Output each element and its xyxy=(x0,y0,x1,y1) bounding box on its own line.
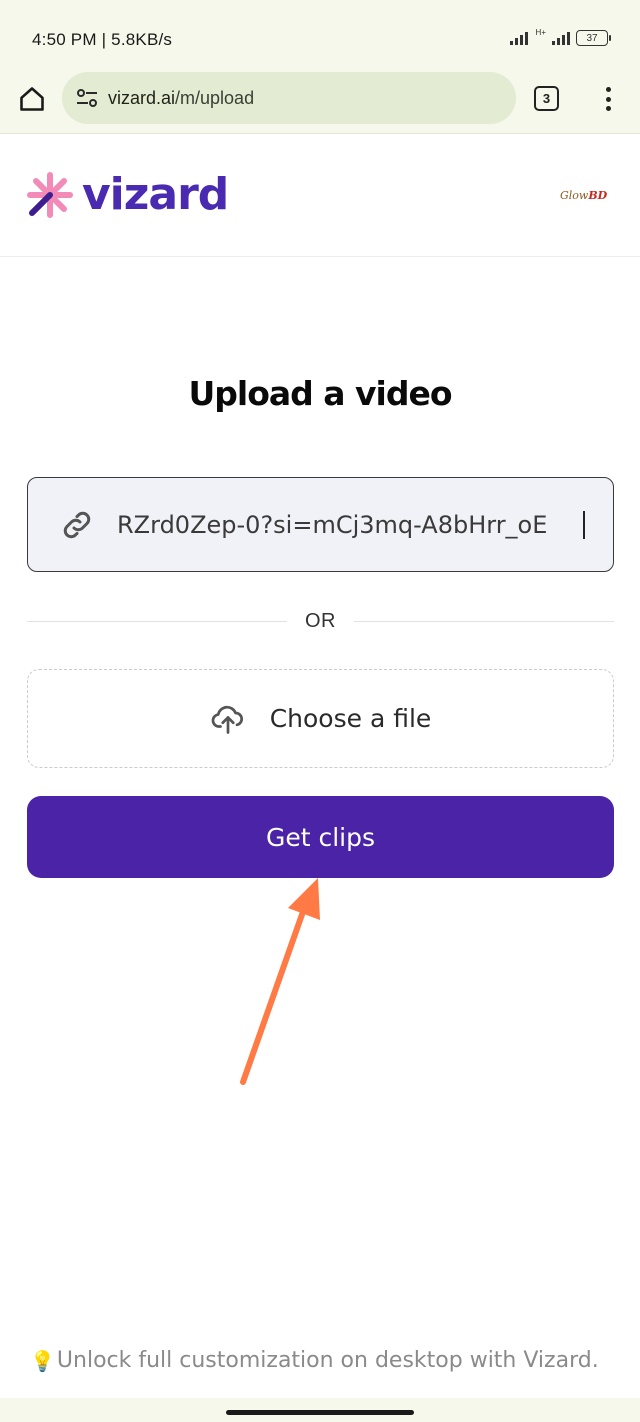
url-text: vizard.ai/m/upload xyxy=(108,88,254,109)
system-nav-bar xyxy=(0,1398,640,1422)
browser-toolbar: vizard.ai/m/upload 3 xyxy=(0,66,640,134)
choose-file-label: Choose a file xyxy=(269,704,432,733)
home-icon xyxy=(20,87,44,111)
gesture-handle[interactable] xyxy=(226,1410,414,1415)
or-label: OR xyxy=(305,609,336,632)
user-avatar[interactable]: Glow BD xyxy=(560,185,608,205)
site-header: vizard Glow BD xyxy=(0,135,640,257)
video-link-input[interactable] xyxy=(117,510,583,539)
home-button[interactable] xyxy=(14,81,50,117)
vizard-logo[interactable]: vizard xyxy=(26,169,229,220)
status-time: 4:50 PM | 5.8KB/s xyxy=(32,30,173,49)
signal-icon xyxy=(509,31,528,45)
vizard-logo-mark-icon xyxy=(27,172,73,218)
desktop-tip-text: Unlock full customization on desktop wit… xyxy=(56,1348,599,1373)
status-bar: 4:50 PM | 5.8KB/s H+ 37 xyxy=(0,0,640,66)
cloud-upload-icon xyxy=(210,701,246,737)
text-caret xyxy=(583,510,585,539)
tune-icon[interactable] xyxy=(76,87,98,109)
choose-file-button[interactable]: Choose a file xyxy=(27,669,614,768)
avatar-text-1: Glow xyxy=(560,188,589,202)
address-bar[interactable]: vizard.ai/m/upload xyxy=(62,72,516,124)
lightbulb-icon: 💡 xyxy=(30,1348,55,1373)
annotation-arrow-icon xyxy=(240,878,320,1085)
brand-name: vizard xyxy=(82,169,229,220)
avatar-text-2: BD xyxy=(588,188,608,202)
url-path: /m/upload xyxy=(175,87,255,108)
url-host: vizard.ai xyxy=(108,87,176,108)
status-icons: H+ 37 xyxy=(509,27,611,46)
network-type: H+ xyxy=(535,27,546,37)
link-icon xyxy=(57,505,97,545)
or-divider: OR xyxy=(27,606,614,636)
video-link-field[interactable] xyxy=(27,477,614,572)
more-vert-icon[interactable] xyxy=(598,84,618,114)
page-title: Upload a video xyxy=(188,374,452,413)
signal-icon-2 xyxy=(552,31,570,45)
battery-icon: 37 xyxy=(576,30,611,46)
tab-switcher-button[interactable]: 3 xyxy=(534,86,559,111)
get-clips-button[interactable]: Get clips xyxy=(27,796,614,878)
battery-level: 37 xyxy=(586,32,598,44)
desktop-tip: 💡 Unlock full customization on desktop w… xyxy=(30,1348,630,1373)
